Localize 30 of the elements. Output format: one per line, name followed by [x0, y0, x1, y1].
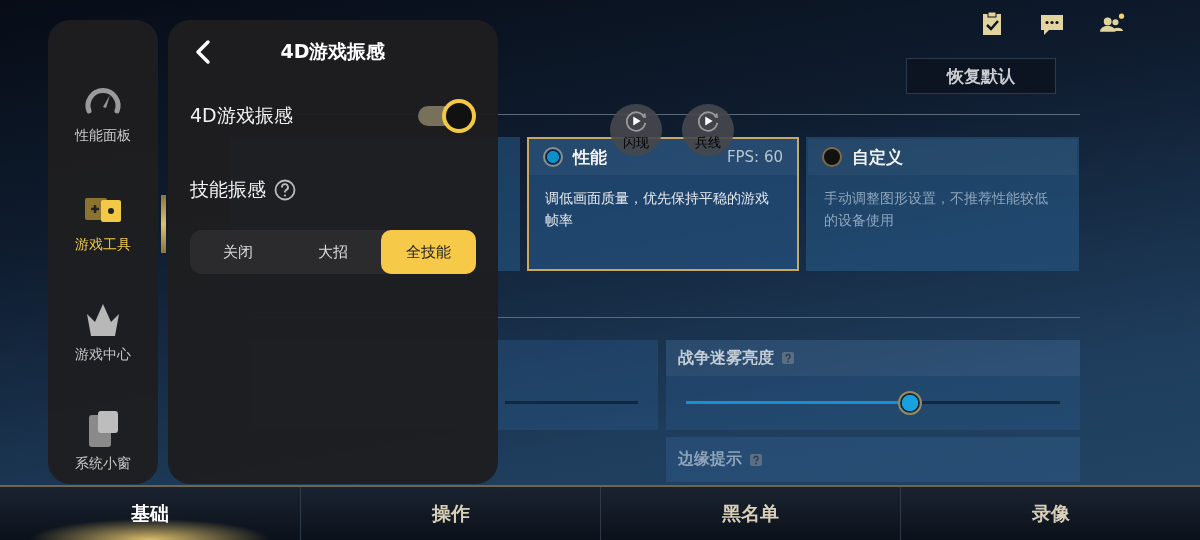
toggle-switch[interactable] [418, 99, 476, 133]
card-description: 手动调整图形设置，不推荐性能较低的设备使用 [823, 189, 1049, 230]
sidebar-item[interactable]: 系统小窗 [48, 398, 158, 484]
selection-bar [161, 194, 166, 253]
segment-option[interactable]: 全技能 [380, 230, 476, 274]
slider-label: 战争迷雾亮度 [678, 347, 774, 369]
sidebar-item[interactable]: 游戏中心 [48, 289, 158, 375]
card-title: 性能 [573, 145, 607, 169]
sidebar-item[interactable]: 游戏工具 [48, 179, 158, 265]
restore-default-button[interactable]: 恢复默认 [906, 58, 1056, 94]
setting-label: 技能振感 [190, 177, 266, 202]
card-title: 自定义 [852, 145, 903, 169]
slider-thumb[interactable] [898, 391, 923, 415]
slider-track[interactable] [686, 391, 1060, 415]
toggle-label: 4D游戏振感 [190, 103, 293, 128]
replay-icon [624, 108, 648, 133]
card-description: 调低画面质量，优先保持平稳的游戏帧率 [544, 189, 770, 230]
sidebar-item[interactable]: 性能面板 [48, 70, 158, 156]
bottom-tab[interactable]: 录像 [900, 487, 1200, 540]
segment-option[interactable]: 大招 [285, 230, 381, 274]
mode-card[interactable]: 自定义 手动调整图形设置，不推荐性能较低的设备使用 [806, 137, 1079, 271]
bottom-tab[interactable]: 黑名单 [600, 487, 900, 540]
bottom-tab[interactable]: 操作 [300, 487, 600, 540]
help-icon[interactable] [274, 179, 296, 201]
segment-option[interactable]: 关闭 [190, 230, 286, 274]
panel-title: 4D游戏振感 [280, 39, 386, 64]
radio-button[interactable] [822, 147, 842, 167]
replay-icon [696, 108, 720, 133]
radio-button[interactable] [543, 147, 563, 167]
setting-label: 边缘提示 [678, 449, 742, 470]
